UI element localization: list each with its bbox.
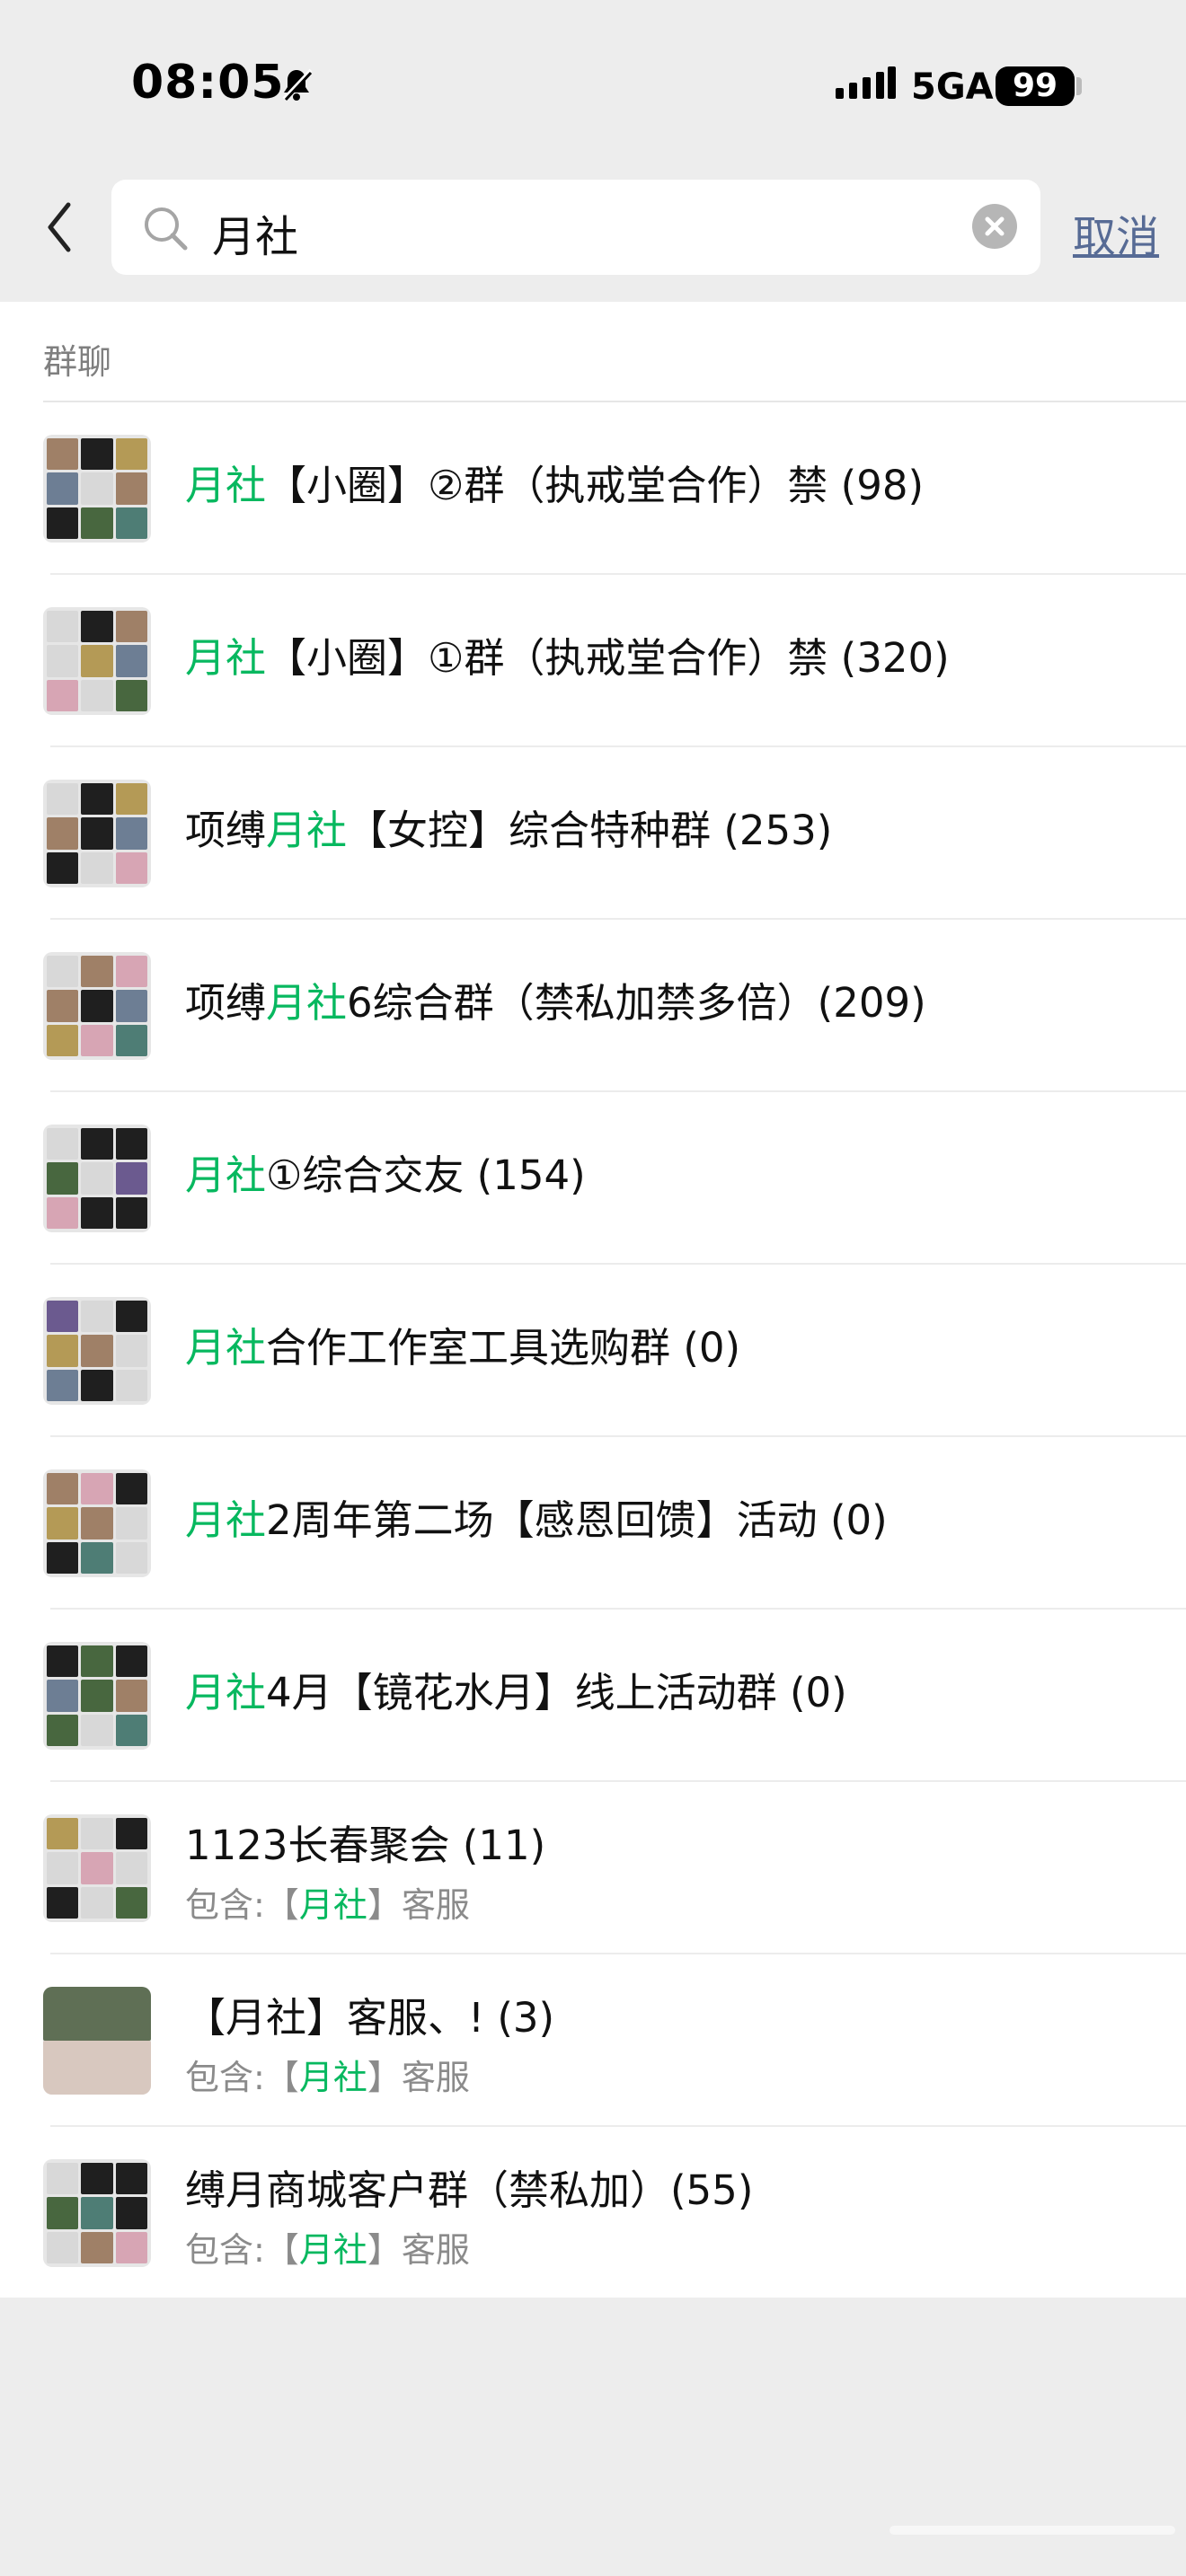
group-name: 项缚月社【女控】综合特种群 (253): [185, 807, 833, 854]
search-query-text[interactable]: 月社: [212, 201, 298, 264]
group-name: 月社2周年第二场【感恩回馈】活动 (0): [185, 1496, 888, 1544]
home-indicator: [890, 2526, 1175, 2535]
group-avatar: [43, 1642, 151, 1750]
search-input[interactable]: 月社: [111, 180, 1040, 275]
group-avatar: [43, 435, 151, 543]
group-name: 月社【小圈】①群（执戒堂合作）禁 (320): [185, 634, 950, 682]
group-result-row[interactable]: 项缚月社【女控】综合特种群 (253): [0, 747, 1186, 920]
status-bar: 08:05 5GA 99: [0, 0, 1186, 171]
match-highlight: 月社: [298, 2230, 367, 2270]
match-highlight: 月社: [185, 462, 267, 509]
signal-icon: [836, 66, 896, 99]
group-avatar: [43, 1297, 151, 1405]
group-result-row[interactable]: 月社4月【镜花水月】线上活动群 (0): [0, 1610, 1186, 1782]
group-result-row[interactable]: 缚月商城客户群（禁私加）(55) 包含:【月社】客服: [0, 2127, 1186, 2299]
member-match-subtitle: 包含:【月社】客服: [185, 2230, 470, 2270]
battery-icon: 99: [996, 66, 1075, 106]
group-result-row[interactable]: 月社合作工作室工具选购群 (0): [0, 1265, 1186, 1437]
group-result-row[interactable]: 月社①综合交友 (154): [0, 1092, 1186, 1265]
muted-bell-icon: [282, 68, 313, 101]
group-name: 缚月商城客户群（禁私加）(55): [185, 2166, 754, 2214]
search-icon: [145, 207, 188, 251]
section-title: 群聊: [43, 342, 112, 382]
clear-search-button[interactable]: [972, 204, 1017, 249]
group-name: 月社【小圈】②群（执戒堂合作）禁 (98): [185, 462, 925, 509]
match-highlight: 月社: [185, 634, 267, 682]
match-highlight: 月社: [185, 1324, 267, 1372]
group-avatar: [43, 1469, 151, 1577]
group-avatar: [43, 1987, 151, 2095]
search-results-panel: 群聊 月社【小圈】②群（执戒堂合作）禁 (98) 月社【小圈】①群（执戒堂合作）…: [0, 302, 1186, 2298]
match-highlight: 月社: [266, 807, 348, 854]
member-match-subtitle: 包含:【月社】客服: [185, 2058, 470, 2097]
group-name: 月社4月【镜花水月】线上活动群 (0): [185, 1669, 847, 1716]
cancel-button[interactable]: 取消: [1073, 201, 1159, 264]
group-avatar: [43, 2159, 151, 2267]
group-result-row[interactable]: 月社【小圈】①群（执戒堂合作）禁 (320): [0, 575, 1186, 747]
group-result-row[interactable]: 项缚月社6综合群（禁私加禁多倍）(209): [0, 920, 1186, 1092]
back-chevron-icon[interactable]: [38, 198, 86, 257]
match-highlight: 月社: [298, 1885, 367, 1925]
group-name: 1123长春聚会 (11): [185, 1822, 546, 1869]
member-match-subtitle: 包含:【月社】客服: [185, 1885, 470, 1925]
match-highlight: 月社: [185, 1496, 267, 1544]
battery-tip-icon: [1076, 77, 1082, 95]
group-avatar: [43, 1125, 151, 1232]
network-type: 5GA: [911, 66, 994, 108]
group-name: 【月社】客服、! (3): [185, 1994, 555, 2042]
group-avatar: [43, 780, 151, 887]
match-highlight: 月社: [185, 1151, 267, 1199]
close-icon: [985, 216, 1005, 236]
group-result-row[interactable]: 月社【小圈】②群（执戒堂合作）禁 (98): [0, 402, 1186, 575]
group-result-row[interactable]: 月社2周年第二场【感恩回馈】活动 (0): [0, 1437, 1186, 1610]
group-name: 月社合作工作室工具选购群 (0): [185, 1324, 741, 1372]
group-avatar: [43, 607, 151, 715]
match-highlight: 月社: [298, 2058, 367, 2097]
status-time: 08:05: [131, 56, 285, 110]
group-name: 月社①综合交友 (154): [185, 1151, 586, 1199]
group-result-row[interactable]: 1123长春聚会 (11) 包含:【月社】客服: [0, 1782, 1186, 1954]
group-avatar: [43, 952, 151, 1060]
match-highlight: 月社: [266, 979, 348, 1027]
group-name: 项缚月社6综合群（禁私加禁多倍）(209): [185, 979, 926, 1027]
group-result-row[interactable]: 【月社】客服、! (3) 包含:【月社】客服: [0, 1954, 1186, 2127]
group-avatar: [43, 1814, 151, 1922]
match-highlight: 月社: [185, 1669, 267, 1716]
